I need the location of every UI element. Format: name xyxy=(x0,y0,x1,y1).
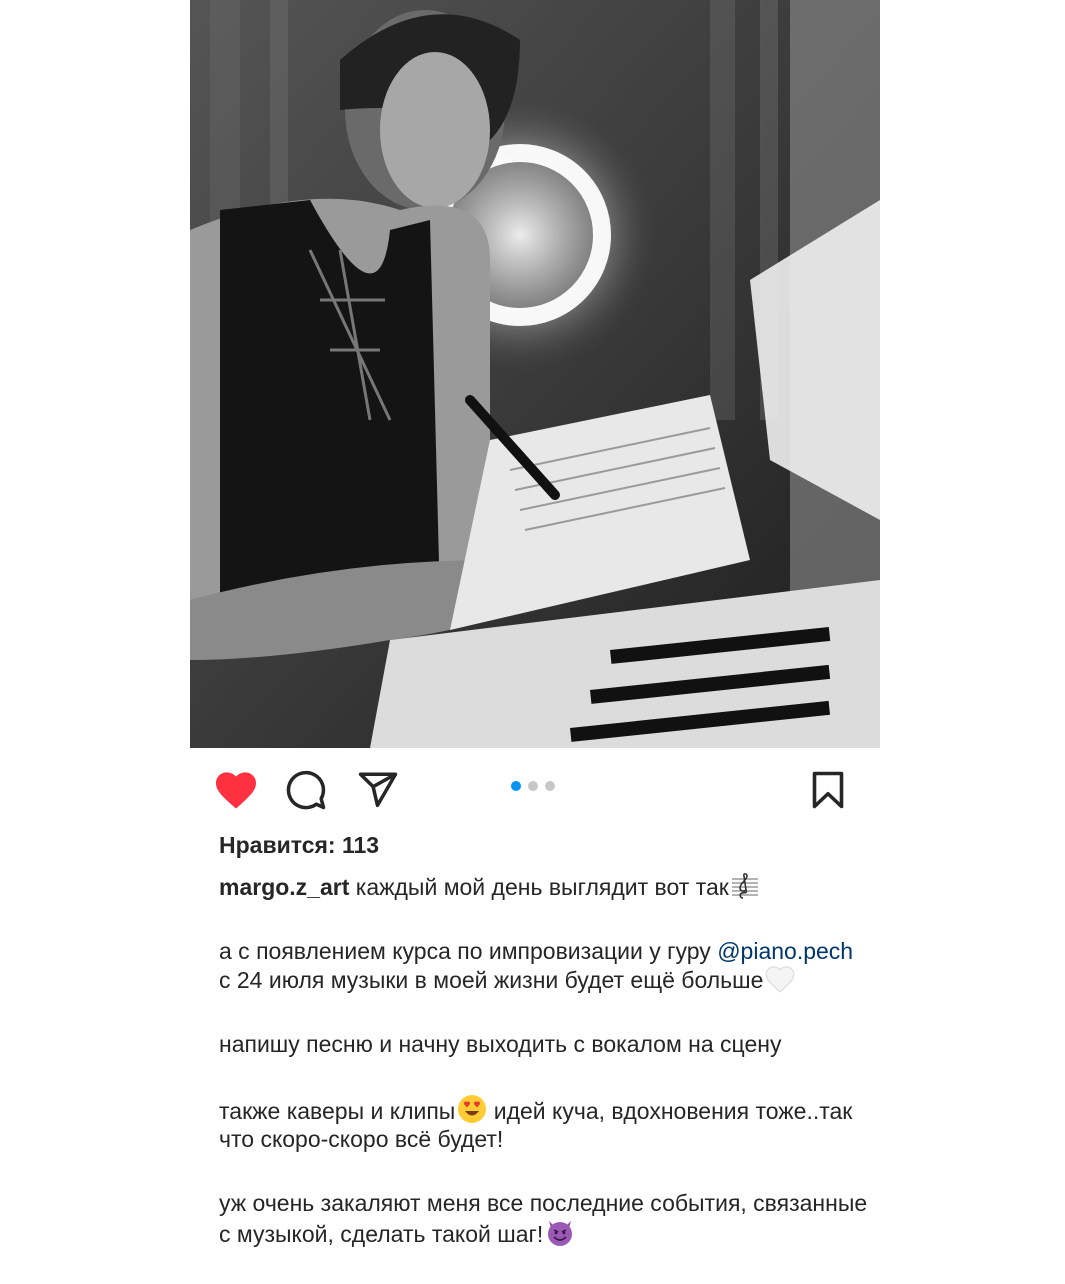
white-heart-icon xyxy=(766,966,795,993)
send-icon xyxy=(358,772,398,808)
caption-text: а с появлением курса по импровизации у г… xyxy=(219,938,718,964)
smiling-devil-emoji-icon xyxy=(548,1221,573,1246)
save-button[interactable] xyxy=(804,768,852,812)
carousel-dot xyxy=(545,781,555,791)
caption-text: каждый мой день выглядит вот так xyxy=(349,874,729,900)
likes-count[interactable]: Нравится: 113 xyxy=(219,832,379,859)
like-button[interactable] xyxy=(212,768,260,812)
caption-text: также каверы и клипы xyxy=(219,1098,456,1124)
caption-text: уж очень закаляют меня все последние соб… xyxy=(219,1190,868,1247)
post-caption: margo.z_art каждый мой день выглядит вот… xyxy=(219,872,869,1284)
author-username[interactable]: margo.z_art xyxy=(219,874,349,900)
caption-paragraph-3: напишу песню и начну выходить с вокалом … xyxy=(219,1031,782,1057)
caption-paragraph-5: уж очень закаляют меня все последние соб… xyxy=(219,1189,869,1248)
post-photo-illustration xyxy=(190,0,880,748)
action-bar xyxy=(190,758,880,822)
caption-text: с 24 июля музыки в моей жизни будет ещё … xyxy=(219,967,764,993)
carousel-dot-active xyxy=(511,781,521,791)
comment-icon xyxy=(286,770,326,810)
carousel-indicator xyxy=(511,781,555,791)
post-photo[interactable] xyxy=(190,0,880,748)
caption-paragraph-4: также каверы и клипы идей куча, вдохнове… xyxy=(219,1094,869,1153)
share-button[interactable] xyxy=(354,768,402,812)
heart-icon xyxy=(216,772,256,809)
bookmark-icon xyxy=(812,771,844,809)
carousel-dot xyxy=(528,781,538,791)
musical-score-icon xyxy=(731,872,758,899)
heart-eyes-emoji-icon xyxy=(458,1095,487,1123)
mention-link[interactable]: @piano.pech xyxy=(717,938,853,964)
caption-paragraph-2: а с появлением курса по импровизации у г… xyxy=(219,937,869,994)
comment-button[interactable] xyxy=(282,768,330,812)
caption-paragraph-1: margo.z_art каждый мой день выглядит вот… xyxy=(219,872,869,901)
